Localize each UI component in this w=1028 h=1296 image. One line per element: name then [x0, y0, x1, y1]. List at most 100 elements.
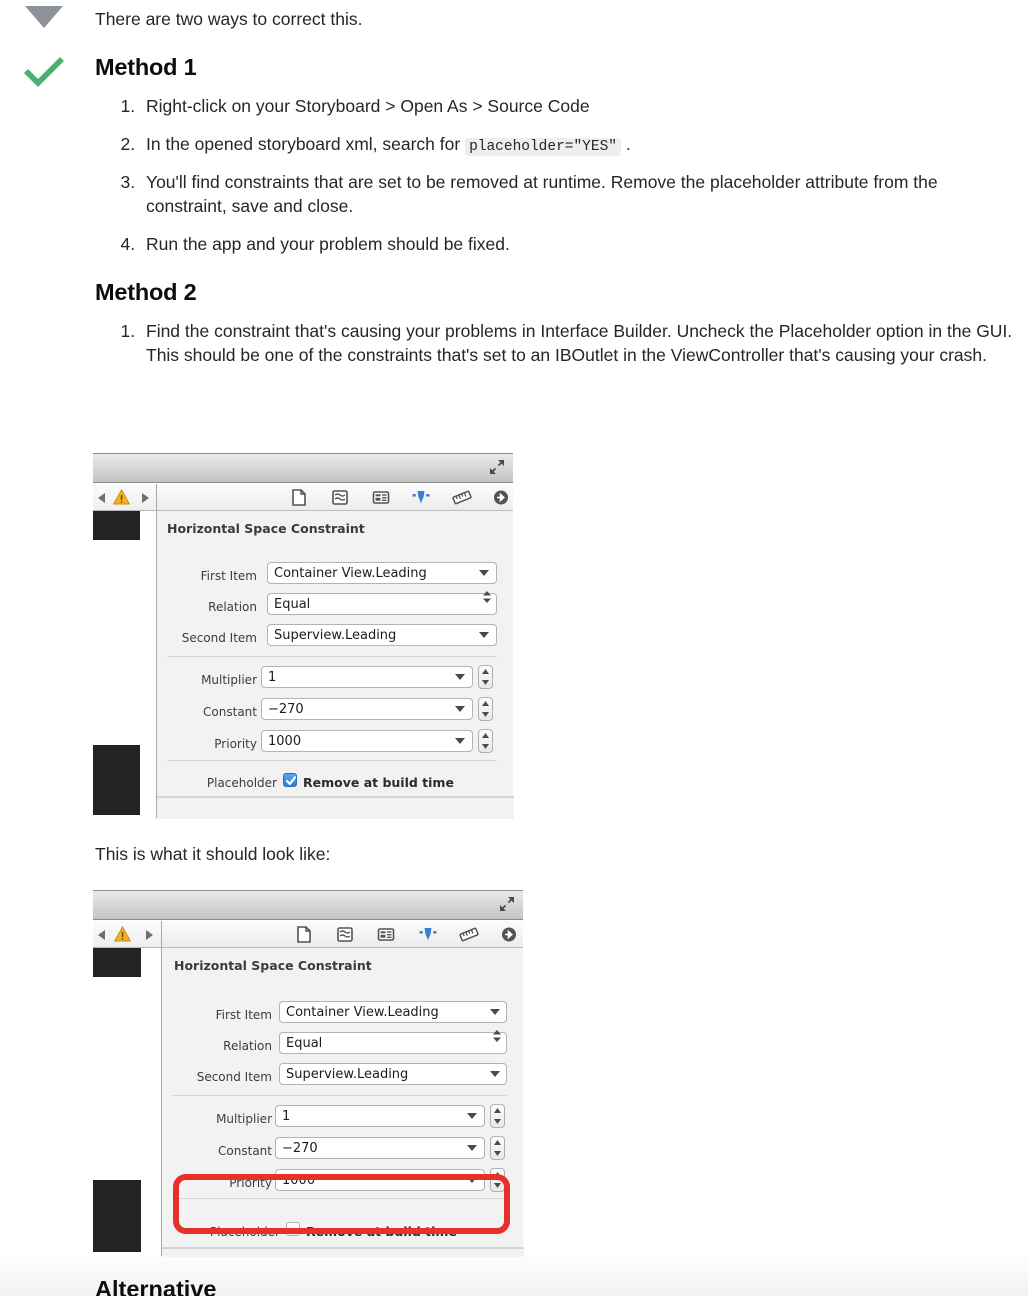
list-item: Run the app and your problem should be f… [140, 233, 1020, 257]
quick-help-inspector-icon[interactable] [330, 488, 350, 507]
label-priority: Priority [229, 1176, 272, 1190]
label-second-item: Second Item [181, 631, 257, 645]
size-inspector-icon[interactable] [459, 925, 479, 944]
field-constant[interactable]: −270 [275, 1137, 485, 1159]
stepper-multiplier[interactable] [490, 1104, 505, 1128]
nav-back-arrow-icon[interactable] [98, 493, 105, 503]
list-item: Find the constraint that's causing your … [140, 320, 1020, 368]
label-relation: Relation [208, 600, 257, 614]
stepper-constant[interactable] [478, 697, 493, 721]
heading-method-2: Method 2 [95, 278, 197, 305]
label-priority: Priority [214, 737, 257, 751]
file-inspector-icon[interactable] [289, 488, 309, 507]
field-priority[interactable]: 1000 [275, 1169, 485, 1191]
nav-forward-arrow-icon[interactable] [146, 930, 153, 940]
expand-editor-icon[interactable] [488, 458, 506, 476]
canvas-device-top-sliver [93, 948, 141, 977]
label-first-item: First Item [200, 569, 257, 583]
placeholder-checkbox-label[interactable]: Remove at build time [306, 1224, 457, 1239]
heading-alternative: Alternative [95, 1278, 217, 1296]
connections-inspector-icon[interactable] [491, 488, 511, 507]
inspector-bottom-strip [162, 1248, 524, 1257]
step-text: You'll find constraints that are set to … [146, 172, 938, 217]
placeholder-checkbox[interactable] [283, 773, 297, 787]
step-text: Right-click on your Storyboard > Open As… [146, 95, 590, 116]
stepper-updown-icon[interactable] [482, 590, 492, 604]
inspector-section-title: Horizontal Space Constraint [174, 958, 372, 973]
warning-triangle-icon[interactable] [113, 925, 132, 942]
xcode-inspector-screenshot-before: Horizontal Space Constraint First Item C… [93, 453, 514, 819]
intro-paragraph: There are two ways to correct this. [95, 9, 363, 29]
downvote-triangle-icon[interactable] [25, 6, 63, 28]
attributes-inspector-pane: Horizontal Space Constraint First Item C… [156, 484, 514, 819]
connections-inspector-icon[interactable] [499, 925, 519, 944]
chevron-down-icon[interactable] [490, 1009, 500, 1015]
inspector-section-title: Horizontal Space Constraint [167, 521, 365, 536]
canvas-device-top-sliver [93, 511, 140, 540]
canvas-device-bottom-sliver [93, 745, 140, 815]
quick-help-inspector-icon[interactable] [335, 925, 355, 944]
stepper-priority[interactable] [478, 729, 493, 753]
step-text-tail: . [621, 133, 631, 154]
chevron-down-icon[interactable] [455, 674, 465, 680]
field-first-item[interactable]: Container View.Leading [279, 1001, 507, 1023]
list-item: You'll find constraints that are set to … [140, 171, 1020, 219]
step-text: In the opened storyboard xml, search for [146, 133, 466, 154]
section-divider [167, 656, 497, 657]
chevron-down-icon[interactable] [479, 570, 489, 576]
chevron-down-icon[interactable] [467, 1113, 477, 1119]
answer-body: There are two ways to correct this. Meth… [92, 0, 1020, 367]
stepper-multiplier[interactable] [478, 665, 493, 689]
stepper-constant[interactable] [490, 1136, 505, 1160]
list-item: Right-click on your Storyboard > Open As… [140, 95, 1020, 119]
stepper-priority[interactable] [490, 1168, 505, 1192]
inspector-bottom-strip [157, 797, 514, 819]
editor-top-bar [93, 453, 513, 483]
attributes-inspector-pane: Horizontal Space Constraint First Item C… [161, 921, 524, 1257]
placeholder-checkbox-label[interactable]: Remove at build time [303, 775, 454, 790]
post-vote-gutter [0, 0, 92, 1296]
step-text: Run the app and your problem should be f… [146, 233, 510, 254]
field-multiplier[interactable]: 1 [275, 1105, 485, 1127]
field-priority[interactable]: 1000 [261, 730, 473, 752]
attributes-inspector-icon[interactable] [411, 488, 431, 507]
chevron-down-icon[interactable] [467, 1145, 477, 1151]
chevron-down-icon[interactable] [479, 632, 489, 638]
section-divider [172, 1095, 507, 1096]
method-2-step-list: Find the constraint that's causing your … [92, 306, 1020, 368]
chevron-down-icon[interactable] [455, 706, 465, 712]
label-multiplier: Multiplier [216, 1112, 272, 1126]
label-relation: Relation [223, 1039, 272, 1053]
field-relation[interactable]: Equal [267, 593, 497, 615]
field-multiplier[interactable]: 1 [261, 666, 473, 688]
list-item: In the opened storyboard xml, search for… [140, 133, 1020, 158]
chevron-down-icon[interactable] [490, 1071, 500, 1077]
file-inspector-icon[interactable] [294, 925, 314, 944]
field-second-item[interactable]: Superview.Leading [267, 624, 497, 646]
chevron-down-icon[interactable] [455, 738, 465, 744]
accepted-answer-checkmark-icon[interactable] [20, 52, 68, 94]
chevron-down-icon[interactable] [467, 1177, 477, 1183]
stepper-updown-icon[interactable] [492, 1029, 502, 1043]
size-inspector-icon[interactable] [452, 488, 472, 507]
step-text: Find the constraint that's causing your … [146, 320, 1013, 365]
label-first-item: First Item [215, 1008, 272, 1022]
label-placeholder: Placeholder [209, 1225, 280, 1239]
placeholder-checkbox[interactable] [286, 1222, 300, 1236]
identity-inspector-icon[interactable] [376, 925, 396, 944]
nav-forward-arrow-icon[interactable] [142, 493, 149, 503]
field-second-item[interactable]: Superview.Leading [279, 1063, 507, 1085]
expand-editor-icon[interactable] [498, 895, 516, 913]
nav-back-arrow-icon[interactable] [98, 930, 105, 940]
label-placeholder: Placeholder [206, 776, 277, 790]
field-relation[interactable]: Equal [279, 1032, 507, 1054]
field-constant[interactable]: −270 [261, 698, 473, 720]
warning-triangle-icon[interactable] [112, 488, 131, 505]
attributes-inspector-icon[interactable] [418, 925, 438, 944]
heading-method-1: Method 1 [95, 53, 197, 80]
field-first-item[interactable]: Container View.Leading [267, 562, 497, 584]
method-1-step-list: Right-click on your Storyboard > Open As… [92, 81, 1020, 257]
canvas-device-bottom-sliver [93, 1180, 141, 1252]
identity-inspector-icon[interactable] [371, 488, 391, 507]
label-constant: Constant [218, 1144, 272, 1158]
